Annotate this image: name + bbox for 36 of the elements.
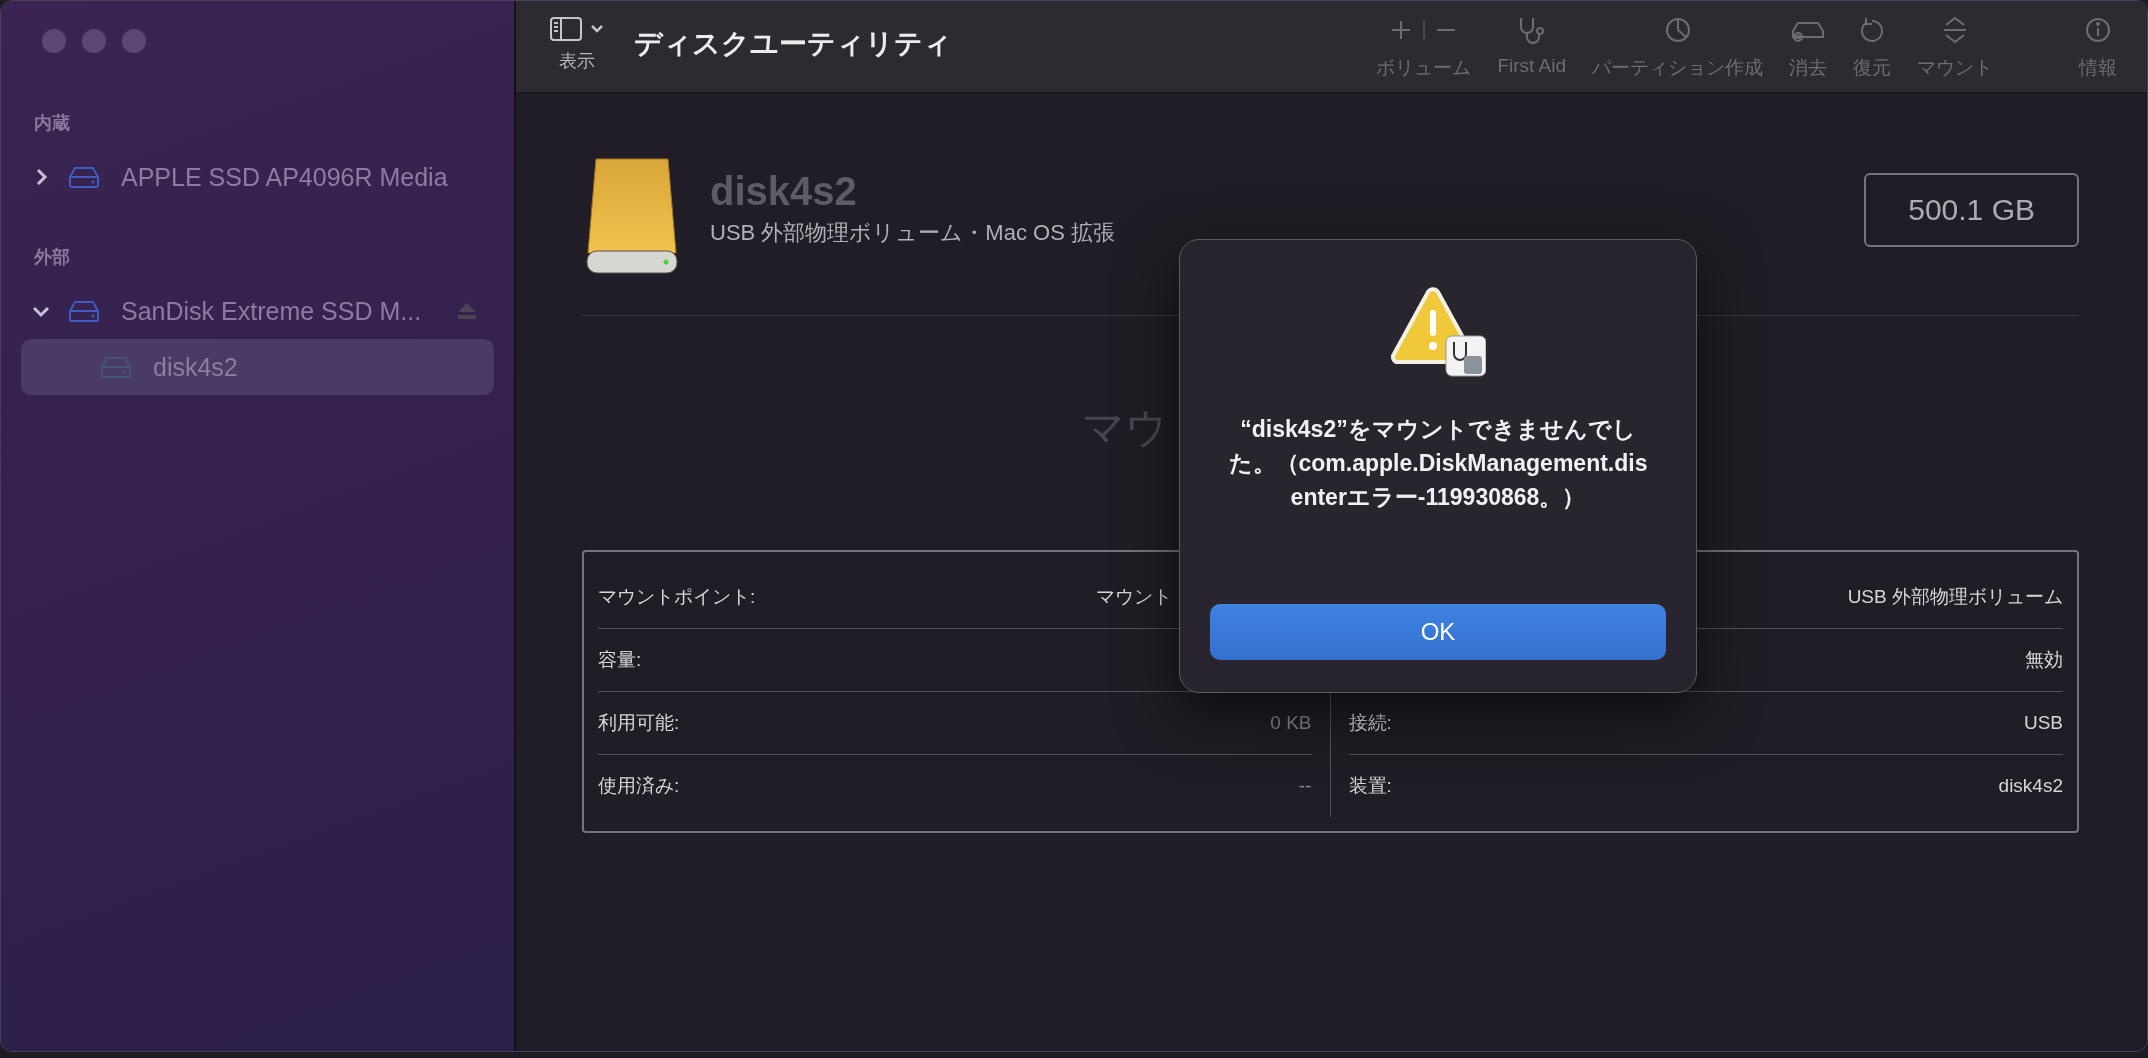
ok-button[interactable]: OK <box>1210 604 1666 660</box>
sidebar-section-label: 内蔵 <box>34 112 71 135</box>
alert-message: “disk4s2”をマウントできませんでした。（com.apple.DiskManagement.disenterエラー-119930868。） <box>1227 415 1649 512</box>
external-drive-icon <box>586 157 678 275</box>
drive-icon <box>101 356 131 378</box>
info-label: 使用済み: <box>598 774 680 798</box>
drive-icon <box>69 166 99 188</box>
volume-description: USB 外部物理ボリューム・Mac OS 拡張 <box>710 219 1115 247</box>
info-label: 利用可能: <box>598 711 680 735</box>
info-value: 無効 <box>2025 648 2063 672</box>
info-value: USB 外部物理ボリューム <box>1847 585 2063 609</box>
zoom-button[interactable] <box>122 29 146 53</box>
view-label: 表示 <box>559 50 595 73</box>
sidebar-item[interactable]: disk4s2 <box>21 339 494 395</box>
info-value: -- <box>1298 775 1312 797</box>
info-value: disk4s2 <box>1998 775 2063 797</box>
sidebar-toggle-icon[interactable] <box>550 17 604 41</box>
window-title: ディスクユーティリティ <box>634 27 952 61</box>
volume-name: disk4s2 <box>710 169 858 214</box>
info-value: マウント <box>1095 585 1172 609</box>
warning-drive-icon <box>1390 286 1486 378</box>
sidebar-item[interactable]: SanDisk Extreme SSD M... <box>21 283 494 339</box>
drive-icon <box>69 300 99 322</box>
info-value: USB <box>2023 712 2063 734</box>
sidebar-section-label: 外部 <box>34 246 71 269</box>
info-label: 接続: <box>1348 711 1392 735</box>
info-value: 0 KB <box>1270 712 1312 734</box>
volume-size: 500.1 GB <box>1864 173 2079 247</box>
minimize-button[interactable] <box>82 29 106 53</box>
info-label: 容量: <box>598 648 642 672</box>
sidebar-item[interactable]: APPLE SSD AP4096R Media <box>21 149 494 205</box>
info-icon <box>2083 15 2113 45</box>
eject-icon[interactable] <box>458 303 476 319</box>
info-label: マウントポイント: <box>598 585 756 609</box>
close-button[interactable] <box>42 29 66 53</box>
info-label: 装置: <box>1348 774 1392 798</box>
